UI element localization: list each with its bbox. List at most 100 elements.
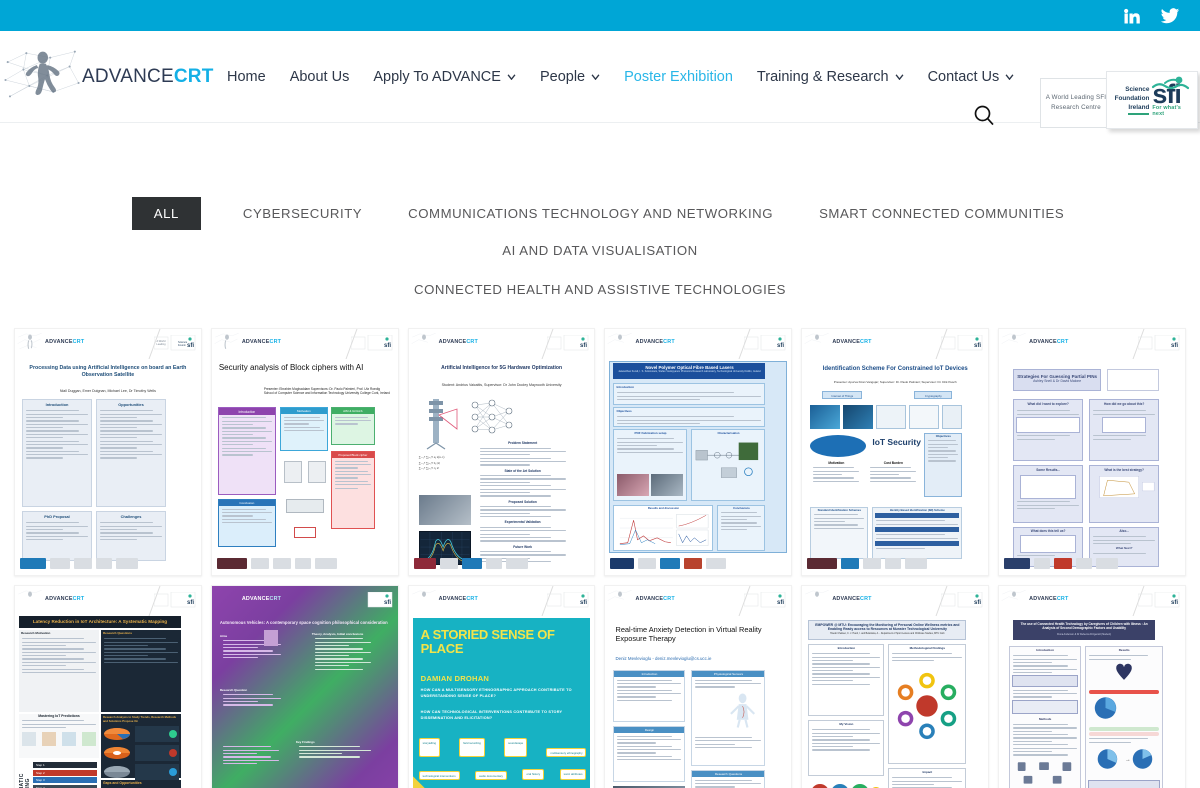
site-logo[interactable]: ADVANCECRT [0, 46, 215, 108]
poster-logo: ADVANCECRT [241, 339, 282, 345]
poster-card-8[interactable]: ADVANCECRT sfi Autonomous Vehicles: A co… [210, 585, 399, 788]
poster-section: Methodological Findings [888, 644, 967, 764]
poster-subtitle: Ashley Snell & Dr David Malone [1033, 379, 1082, 383]
poster-card-2[interactable]: ADVANCECRT sfi Security analysis of Bloc… [210, 328, 399, 576]
poster-header: ADVANCECRT sfi [15, 586, 201, 616]
nav-item-training-research[interactable]: Training & Research [757, 69, 904, 85]
poster-header: ADVANCECRT sfi [409, 586, 595, 616]
filter-connected-health-and-assistive-technologies[interactable]: CONNECTED HEALTH AND ASSISTIVE TECHNOLOG… [410, 273, 790, 306]
section-heading: Standard Identification Schemes [817, 508, 862, 512]
neural-network-diagram [471, 399, 512, 434]
section-heading: Experimental Validation [504, 520, 541, 525]
sfi-logo-icon: sfi [153, 592, 196, 608]
poster-section: Introduction Methods [1009, 646, 1082, 788]
poster-card-6[interactable]: ADVANCECRT sfi Strategies For Guessing P… [998, 328, 1186, 576]
filter-all[interactable]: ALL [131, 197, 201, 230]
poster-section: What did I want to explore? [1013, 399, 1084, 461]
equation-block: ∑ᵢ₌₀ᴺ ∑ⱼ₌₀ᴹ aᵢⱼ x(n−i) ∑ᵢ₌₀ᴺ ∑ⱼ₌₀ᴹ bᵢⱼ |x… [418, 455, 445, 471]
poster-section: Identity Based Identification (IBI) Sche… [872, 507, 963, 559]
poster-section: Motivation [279, 407, 328, 451]
poster-card-3[interactable]: ADVANCECRT sfi Artificial Intelligence f… [407, 328, 596, 576]
section-heading: How did we go about this? [1103, 402, 1145, 406]
poster-section: Objectives [613, 407, 766, 427]
poster-logo: ADVANCECRT [45, 339, 85, 345]
logo-crt: CRT [173, 65, 214, 87]
poster-title: EMPOWER @ MTU: Encouraging the Monitorin… [815, 622, 960, 631]
poster-footer-logos [413, 554, 590, 572]
twitter-link[interactable] [1160, 6, 1180, 26]
linkedin-icon [1124, 8, 1140, 23]
poster-card-12[interactable]: ADVANCECRT sfi The use of Connected Heal… [998, 585, 1186, 788]
chevron-down-icon [591, 73, 600, 80]
section-heading: Some Results... [1036, 468, 1061, 472]
sfi-logo-icon: sfi [547, 335, 589, 351]
svg-text:sfi: sfi [580, 343, 587, 349]
poster-section: Opportunities [96, 399, 166, 507]
filter-communications-technology-and-networking[interactable]: COMMUNICATIONS TECHNOLOGY AND NETWORKING [404, 197, 777, 230]
tag: multisensory ethnography [546, 748, 587, 757]
network-graphic-icon [4, 50, 80, 97]
sfi-logo-icon: sfi [941, 335, 983, 351]
poster-title: A STORIED SENSE OF PLACE [420, 627, 555, 656]
linkedin-link[interactable] [1122, 6, 1142, 26]
section-heading: Problem Statement [508, 441, 538, 445]
pie-chart-pair: → [1097, 749, 1153, 769]
circular-diagram [898, 673, 957, 740]
poster-footer-logos [807, 554, 983, 572]
poster-header: ADVANCECRT A World Leading Science Found. sf… [15, 329, 201, 359]
section-heading: PhD Proposal [44, 513, 70, 519]
filter-cybersecurity[interactable]: CYBERSECURITY [239, 197, 366, 230]
nav-item-about-us[interactable]: About Us [290, 69, 350, 85]
nav-item-apply-to-advance[interactable]: Apply To ADVANCE [373, 69, 516, 85]
section-heading: Research Question [219, 688, 248, 692]
poster-logo: ADVANCECRT [635, 596, 675, 602]
poster-section [220, 744, 282, 788]
results-chart: Results and discussion [613, 505, 714, 551]
main-navigation: Home About Us Apply To ADVANCE People Po… [227, 69, 1014, 85]
filter-ai-and-data-visualisation[interactable]: AI AND DATA VISUALISATION [498, 234, 702, 267]
optical-setup-diagram [696, 442, 759, 478]
logo-wordmark: ADVANCECRT [82, 66, 214, 88]
poster-card-11[interactable]: ADVANCECRT sfi EMPOWER @ MTU: Encouragin… [801, 585, 990, 788]
section-heading: What did I want to explore? [1027, 402, 1069, 406]
step-list: Step 1 Step 2 Step 3 Step 4 Step 5 [33, 762, 97, 788]
poster-title: Novel Polymer Optical Fibre Based Lasers [645, 365, 734, 370]
sfi-line3: Ireland [1128, 103, 1150, 116]
poster-section: Introduction [613, 670, 686, 722]
section-heading: Research Questions [103, 631, 133, 635]
section-heading: Conclusions [733, 506, 750, 510]
poster-logo: ADVANCECRT [1029, 339, 1069, 345]
svg-text:sfi: sfi [580, 600, 587, 606]
poster-section: Introduction [217, 407, 276, 495]
poster-card-7[interactable]: ADVANCECRT sfi Latency Reduction in IoT … [14, 585, 202, 788]
poster-section: Research Question [220, 688, 284, 728]
section-heading: Results [1118, 648, 1130, 652]
poster-card-9[interactable]: ADVANCECRT sfi A STORIED SENSE OF PLACE … [407, 585, 596, 788]
poster-card-4[interactable]: ADVANCECRT sfi Novel Polymer Optical Fib… [604, 328, 793, 576]
poster-header: ADVANCECRT sfi [212, 329, 398, 359]
filter-smart-connected-communities[interactable]: SMART CONNECTED COMMUNITIES [815, 197, 1068, 230]
nav-label: Training & Research [756, 68, 889, 85]
poster-title-box: EMPOWER @ MTU: Encouraging the Monitorin… [808, 620, 967, 640]
antenna-diagram [426, 399, 458, 450]
tag: storytelling [418, 738, 441, 757]
poster-section: Research Questions [691, 770, 766, 788]
nav-item-home[interactable]: Home [227, 69, 266, 85]
sfi-logo-icon: A WorldLeadingScienceFound. sfi [153, 335, 196, 351]
poster-card-1[interactable]: ADVANCECRT A World Leading Science Found. sf… [14, 328, 202, 576]
section-heading: Opportunities [118, 401, 144, 407]
poster-card-5[interactable]: ADVANCECRT sfi Identification Scheme For… [801, 328, 990, 576]
search-button[interactable] [972, 103, 996, 127]
nav-item-poster-exhibition[interactable]: Poster Exhibition [624, 69, 733, 85]
twitter-icon [1160, 7, 1180, 23]
network-graphic-icon [214, 333, 239, 349]
sfi-logo-icon: sfi [941, 592, 983, 608]
section-heading: Internet of Things [822, 391, 863, 399]
poster-section: Key Findings [296, 740, 374, 786]
poster-section: Impact [888, 768, 967, 788]
nav-item-people[interactable]: People [540, 69, 600, 85]
network-graphic-icon [608, 333, 633, 344]
nav-item-contact-us[interactable]: Contact Us [928, 69, 1015, 85]
poster-card-10[interactable]: ADVANCECRT sfi Real-time Anxiety Detecti… [604, 585, 793, 788]
poster-title: Strategies For Guessing Partial PINs [1017, 374, 1098, 379]
